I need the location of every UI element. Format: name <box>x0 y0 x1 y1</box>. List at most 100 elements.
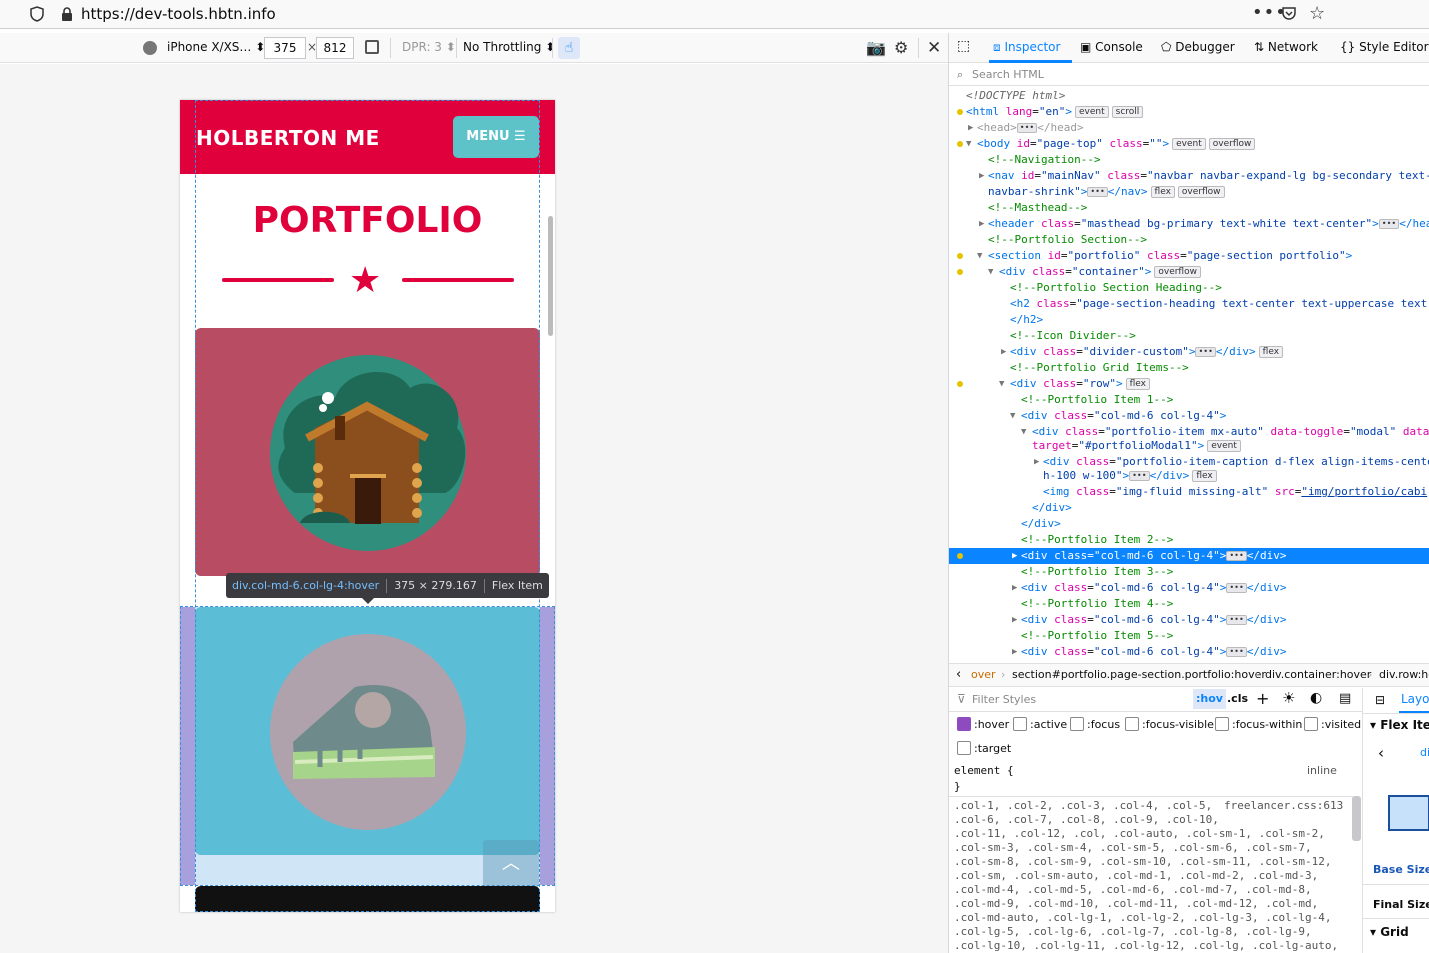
hover-checkbox[interactable] <box>957 717 971 731</box>
tree-row[interactable]: </div> <box>949 516 1429 532</box>
scrollbar[interactable] <box>1352 796 1361 841</box>
tree-row[interactable]: ▶ <div class="col-md-6 col-lg-4"> ••• </div… <box>949 580 1429 596</box>
search-html-input[interactable]: ⌕ Search HTML <box>949 64 1429 86</box>
rule-source-link[interactable]: freelancer.css:613 <box>1224 799 1343 813</box>
pseudo-active[interactable]: :active <box>1013 717 1067 731</box>
tree-row[interactable]: ▼ <div class="row"> flex <box>949 376 1429 392</box>
tree-row[interactable]: <!--Portfolio Section--> <box>949 232 1429 248</box>
tooltip-selector: div.col-md-6.col-lg-4:hover <box>232 579 380 592</box>
tree-row[interactable]: ▼ <body id="page-top" class=""> event overf… <box>949 136 1429 152</box>
tree-row[interactable]: <img class="img-fluid missing-alt" src="… <box>949 484 1429 500</box>
tab-style-editor[interactable]: {} Style Editor <box>1340 40 1429 54</box>
tree-row[interactable]: <!--Portfolio Grid Items--> <box>949 360 1429 376</box>
breadcrumb-item[interactable]: over <box>971 664 996 686</box>
tree-row[interactable]: h-100 w-100"> ••• </div> flex <box>949 468 1429 484</box>
network-icon: ⇅ <box>1254 40 1265 54</box>
touch-simulation-icon[interactable]: ☝ <box>558 37 580 59</box>
tree-row[interactable]: ▼ <div class="col-md-6 col-lg-4"> <box>949 408 1429 424</box>
hov-toggle[interactable]: :hov <box>1193 689 1226 709</box>
add-rule-icon[interactable]: + <box>1256 689 1269 708</box>
tree-row[interactable]: <!--Portfolio Item 4--> <box>949 596 1429 612</box>
tree-row[interactable]: <html lang="en"> event scroll <box>949 104 1429 120</box>
tree-row[interactable]: ▶ <div class="col-md-6 col-lg-4"> ••• </div… <box>949 612 1429 628</box>
close-icon[interactable]: ✕ <box>927 38 941 58</box>
rotate-icon[interactable] <box>365 40 379 54</box>
pseudo-focus-visible[interactable]: :focus-visible <box>1125 717 1214 731</box>
tree-row[interactable]: <!--Portfolio Item 3--> <box>949 564 1429 580</box>
screenshot-icon[interactable]: 📷 <box>866 38 886 57</box>
tree-row[interactable]: ▶ <header class="masthead bg-primary text… <box>949 216 1429 232</box>
pseudo-focus[interactable]: :focus <box>1070 717 1120 731</box>
tree-row[interactable]: </h2> <box>949 312 1429 328</box>
viewport-width-input[interactable]: 375 <box>264 37 306 59</box>
tree-row[interactable]: ▶ <head> ••• </head> <box>949 120 1429 136</box>
bookmark-star-icon[interactable]: ☆ <box>1309 3 1325 24</box>
cls-toggle[interactable]: .cls <box>1227 692 1248 705</box>
tree-row[interactable]: <h2 class="page-section-heading text-cen… <box>949 296 1429 312</box>
highlighter-tooltip: div.col-md-6.col-lg-4:hover 375 × 279.167… <box>226 573 549 604</box>
pseudo-visited[interactable]: :visited <box>1304 717 1361 731</box>
tree-row[interactable]: ▼ <section id="portfolio" class="page-sec… <box>949 248 1429 264</box>
device-viewport[interactable]: HOLBERTON ME MENU ☰ PORTFOLIO ★ ︿ <box>180 100 555 912</box>
tree-row[interactable]: navbar-shrink"> ••• </nav> flex overflow <box>949 184 1429 200</box>
tree-row[interactable]: <!DOCTYPE html> <box>949 88 1429 104</box>
scrollbar[interactable] <box>548 216 553 336</box>
breadcrumb-item[interactable]: section#portfolio.page-section.portfolio… <box>1012 664 1266 686</box>
element-picker-icon[interactable]: ⬚ <box>957 38 970 54</box>
flex-item-section[interactable]: ▾ Flex Item <box>1370 718 1429 732</box>
tree-row[interactable]: <!--Portfolio Item 1--> <box>949 392 1429 408</box>
breadcrumb-item[interactable]: div.row:ho <box>1379 664 1429 686</box>
inspector-icon: ⧈ <box>993 40 1001 54</box>
tree-row[interactable]: ▼ <div class="container"> overflow <box>949 264 1429 280</box>
pocket-icon[interactable] <box>1281 6 1297 22</box>
tree-row[interactable]: <!--Portfolio Section Heading--> <box>949 280 1429 296</box>
responsive-design-toolbar: iPhone X/XS… ⬍ 375 × 812 DPR: 3 ⬍ No Thr… <box>0 33 948 63</box>
pseudo-target[interactable]: :target <box>957 741 1011 755</box>
tab-inspector[interactable]: ⧈ Inspector <box>993 40 1060 55</box>
filter-styles-input[interactable]: ⊽ Filter Styles :hov .cls + ☀ ◐ ▤ <box>949 688 1363 712</box>
sidebar-toggle-icon[interactable]: ⊟ <box>1375 693 1385 707</box>
light-theme-icon[interactable]: ☀ <box>1282 689 1295 707</box>
tree-row[interactable]: </div> <box>949 500 1429 516</box>
dpr-selector[interactable]: DPR: 3 ⬍ <box>402 40 456 54</box>
tree-row[interactable]: <!--Navigation--> <box>949 152 1429 168</box>
flex-item-box <box>1388 795 1429 831</box>
tree-row[interactable]: ▶ <div class="col-md-6 col-lg-4"> ••• </div… <box>949 644 1429 660</box>
tooltip-type: Flex Item <box>491 579 543 592</box>
breadcrumb-item[interactable]: div.container:hover <box>1265 664 1371 686</box>
tree-row[interactable]: ▶ <div class="divider-custom"> ••• </div> fl… <box>949 344 1429 360</box>
style-editor-icon: {} <box>1340 40 1356 54</box>
tree-row[interactable]: target="#portfolioModal1"> event <box>949 438 1429 454</box>
tree-row[interactable]: <!--Portfolio Item 2--> <box>949 532 1429 548</box>
tree-row-selected[interactable]: ▶ <div class="col-md-6 col-lg-4"> ••• </div… <box>949 548 1429 564</box>
pseudo-hover[interactable]: :hover <box>957 717 1009 731</box>
markup-tree[interactable]: <!DOCTYPE html> <html lang="en"> event scr… <box>949 88 1429 664</box>
search-icon: ⌕ <box>957 68 964 81</box>
throttling-selector[interactable]: No Throttling ⬍ <box>463 40 555 54</box>
tab-layout[interactable]: Layou <box>1401 692 1429 706</box>
viewport-height-input[interactable]: 812 <box>316 37 354 59</box>
tooltip-size: 375 × 279.167 <box>394 579 477 592</box>
debugger-icon: ⬠ <box>1161 40 1172 54</box>
device-selector[interactable]: iPhone X/XS… ⬍ <box>167 40 265 54</box>
tree-row[interactable]: <!--Icon Divider--> <box>949 328 1429 344</box>
tab-debugger[interactable]: ⬠ Debugger <box>1161 40 1235 54</box>
tree-row[interactable]: <!--Masthead--> <box>949 200 1429 216</box>
breadcrumb: ‹ over › section#portfolio.page-section.… <box>949 663 1429 687</box>
layout-panel: ⊟ Layou ▾ Flex Item ‹ di Base Size Final… <box>1363 688 1429 953</box>
filter-icon: ⊽ <box>957 692 966 706</box>
tab-network[interactable]: ⇅ Network <box>1254 40 1318 54</box>
grid-section[interactable]: ▾ Grid <box>1370 925 1409 939</box>
tree-row[interactable]: <!--Portfolio Item 5--> <box>949 628 1429 644</box>
gear-icon[interactable]: ⚙ <box>894 38 908 57</box>
url-text[interactable]: https://dev-tools.hbtn.info <box>81 5 276 23</box>
tree-row[interactable]: ▶ <nav id="mainNav" class="navbar navbar-… <box>949 168 1429 184</box>
chevron-left-icon[interactable]: ‹ <box>1378 744 1384 762</box>
dark-theme-icon[interactable]: ◐ <box>1310 690 1322 706</box>
tab-console[interactable]: ▣ Console <box>1080 40 1143 54</box>
shield-icon[interactable] <box>30 6 44 22</box>
pseudo-focus-within[interactable]: :focus-within <box>1215 717 1302 731</box>
lock-icon[interactable] <box>60 6 74 22</box>
chevron-left-icon[interactable]: ‹ <box>956 664 961 686</box>
print-media-icon[interactable]: ▤ <box>1339 691 1351 706</box>
